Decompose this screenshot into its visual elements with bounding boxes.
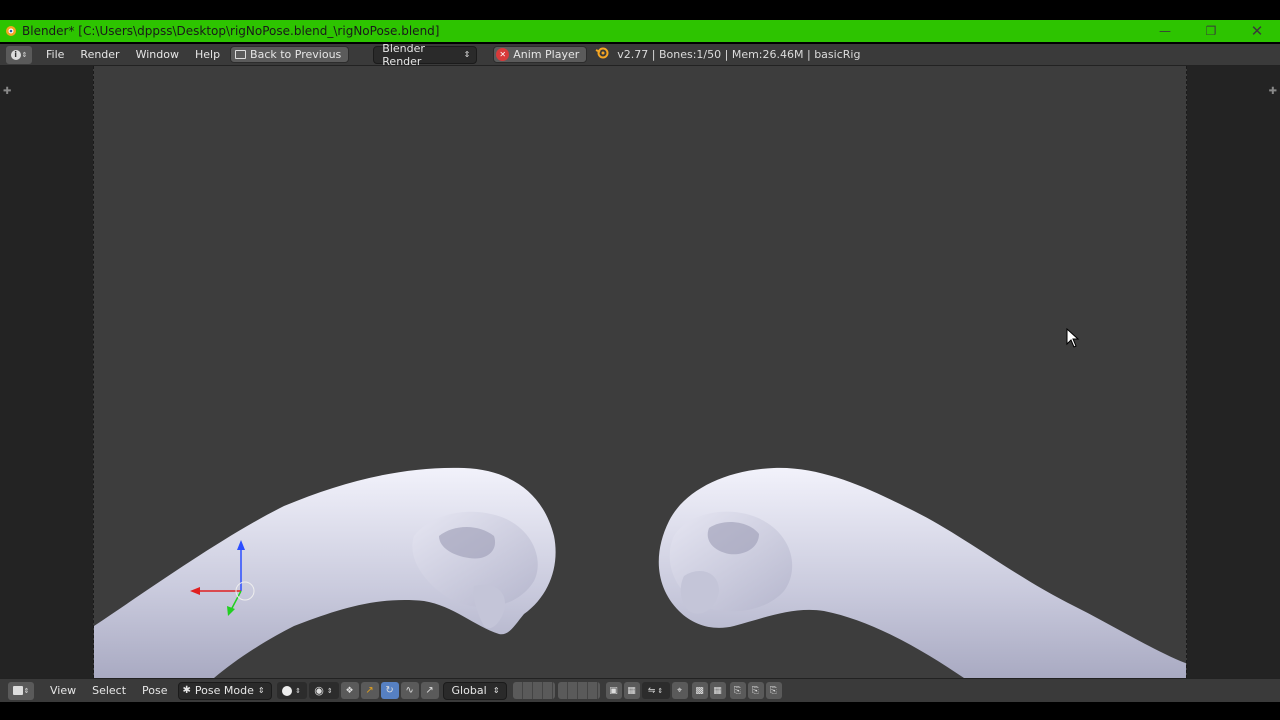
close-circle-icon[interactable]: ✕ <box>496 48 510 61</box>
chevron-updown-icon: ⇕ <box>492 686 500 695</box>
render-anim-button[interactable]: ▦ <box>709 682 726 699</box>
info-editor-icon: i <box>10 49 21 60</box>
snap-target-button[interactable]: ⌖ <box>671 682 688 699</box>
minimize-button[interactable]: — <box>1142 20 1188 42</box>
menu-pose[interactable]: Pose <box>134 684 175 697</box>
chevron-updown-icon: ⇕ <box>21 50 28 59</box>
chevron-updown-icon: ⇕ <box>257 686 265 695</box>
pivot-icon: ◉ <box>314 684 324 697</box>
paste-flipped-icon: ⎘ <box>769 685 778 696</box>
paste-icon: ⎘ <box>751 685 760 696</box>
editor-type-button[interactable]: ⇕ <box>8 681 34 700</box>
render-button[interactable]: ▩ <box>691 682 708 699</box>
mode-select[interactable]: ✱ Pose Mode ⇕ <box>177 681 272 700</box>
viewport-area: ✚ ✚ <box>0 66 1280 678</box>
menu-window[interactable]: Window <box>128 48 187 61</box>
editor-type-button[interactable]: i ⇕ <box>6 45 32 64</box>
restore-icon: ❐ <box>1205 24 1217 38</box>
lock-camera-layers[interactable]: ▣ <box>605 682 622 699</box>
scene-stats: v2.77 | Bones:1/50 | Mem:26.46M | basicR… <box>617 48 861 61</box>
shading-icon <box>282 685 293 696</box>
menu-view[interactable]: View <box>42 684 84 697</box>
blender-icon <box>4 24 18 38</box>
scale-icon: ∿ <box>405 685 414 696</box>
layers-icon: ▦ <box>627 685 636 696</box>
back-icon <box>235 50 247 59</box>
view3d-editor-icon <box>12 686 23 695</box>
info-header: i ⇕ File Render Window Help Back to Prev… <box>0 42 1280 68</box>
mode-value: Pose Mode <box>194 684 254 697</box>
rotate-icon: ↻ <box>385 685 394 696</box>
snap-icon: ⇋ <box>647 685 656 696</box>
view3d-header: ⇕ View Select Pose ✱ Pose Mode ⇕ ⇕ ◉ ⇕ ❖… <box>0 678 1280 702</box>
translate-manipulator[interactable]: ↗ <box>360 682 379 699</box>
manipulator-icon: ❖ <box>345 685 354 696</box>
pose-mode-icon: ✱ <box>182 685 191 696</box>
paste-flipped-button[interactable]: ⎘ <box>765 682 782 699</box>
right-region: ✚ <box>1187 66 1280 678</box>
back-to-previous-button[interactable]: Back to Previous <box>230 46 350 63</box>
menu-file[interactable]: File <box>38 48 72 61</box>
render-engine-select[interactable]: Blender Render ⇕ <box>373 42 478 68</box>
right-hand-mesh[interactable] <box>658 467 1187 678</box>
close-button[interactable]: ✕ <box>1234 20 1280 42</box>
pose-bone-icon: ↗ <box>425 685 434 696</box>
viewport-shading-button[interactable]: ⇕ <box>276 682 307 699</box>
close-icon: ✕ <box>1250 22 1264 40</box>
render-engine-value: Blender Render <box>382 41 425 68</box>
left-region: ✚ <box>0 66 93 678</box>
translate-icon: ↗ <box>365 685 374 696</box>
left-hand-mesh[interactable] <box>94 467 556 678</box>
scene-render <box>94 467 1187 678</box>
3d-viewport[interactable] <box>93 66 1187 678</box>
chevron-updown-icon: ⇕ <box>463 50 471 59</box>
onion-skin-button[interactable]: ▦ <box>623 682 640 699</box>
anim-render-icon: ▦ <box>713 685 722 696</box>
minimize-icon: — <box>1159 24 1171 38</box>
copy-icon: ⎘ <box>733 685 742 696</box>
paste-pose-button[interactable]: ⎘ <box>747 682 764 699</box>
menu-select[interactable]: Select <box>84 684 134 697</box>
scene-name: Anim Player <box>513 48 580 61</box>
menu-render[interactable]: Render <box>72 48 127 61</box>
orientation-value: Global <box>451 684 487 697</box>
orientation-select[interactable]: Global ⇕ <box>442 681 507 700</box>
layers-grid-a[interactable] <box>512 682 555 699</box>
mouse-cursor-icon <box>1066 327 1080 351</box>
manipulator-toggle[interactable]: ❖ <box>340 682 359 699</box>
scene-selector[interactable]: ✕ Anim Player <box>493 46 588 63</box>
pivot-point-button[interactable]: ◉ ⇕ <box>308 682 339 699</box>
scale-manipulator[interactable]: ∿ <box>400 682 419 699</box>
window-titlebar: Blender* [C:\Users\dppss\Desktop\rigNoPo… <box>0 20 1280 42</box>
snap-target-icon: ⌖ <box>676 685 683 696</box>
restore-button[interactable]: ❐ <box>1188 20 1234 42</box>
layers-grid-b[interactable] <box>557 682 600 699</box>
back-to-previous-label: Back to Previous <box>250 48 342 61</box>
manipulator-extra[interactable]: ↗ <box>420 682 439 699</box>
lock-icon: ▣ <box>609 685 618 696</box>
copy-pose-button[interactable]: ⎘ <box>729 682 746 699</box>
chevron-updown-icon: ⇕ <box>23 686 30 695</box>
menu-help[interactable]: Help <box>187 48 228 61</box>
rotate-manipulator[interactable]: ↻ <box>380 682 399 699</box>
snap-element-select[interactable]: ⇋ ⇕ <box>641 682 670 699</box>
region-toggle-icon[interactable]: ✚ <box>1269 86 1277 97</box>
scene-icon <box>595 47 609 62</box>
region-toggle-icon[interactable]: ✚ <box>3 86 11 97</box>
render-icon: ▩ <box>695 685 704 696</box>
window-title: Blender* [C:\Users\dppss\Desktop\rigNoPo… <box>22 24 440 38</box>
